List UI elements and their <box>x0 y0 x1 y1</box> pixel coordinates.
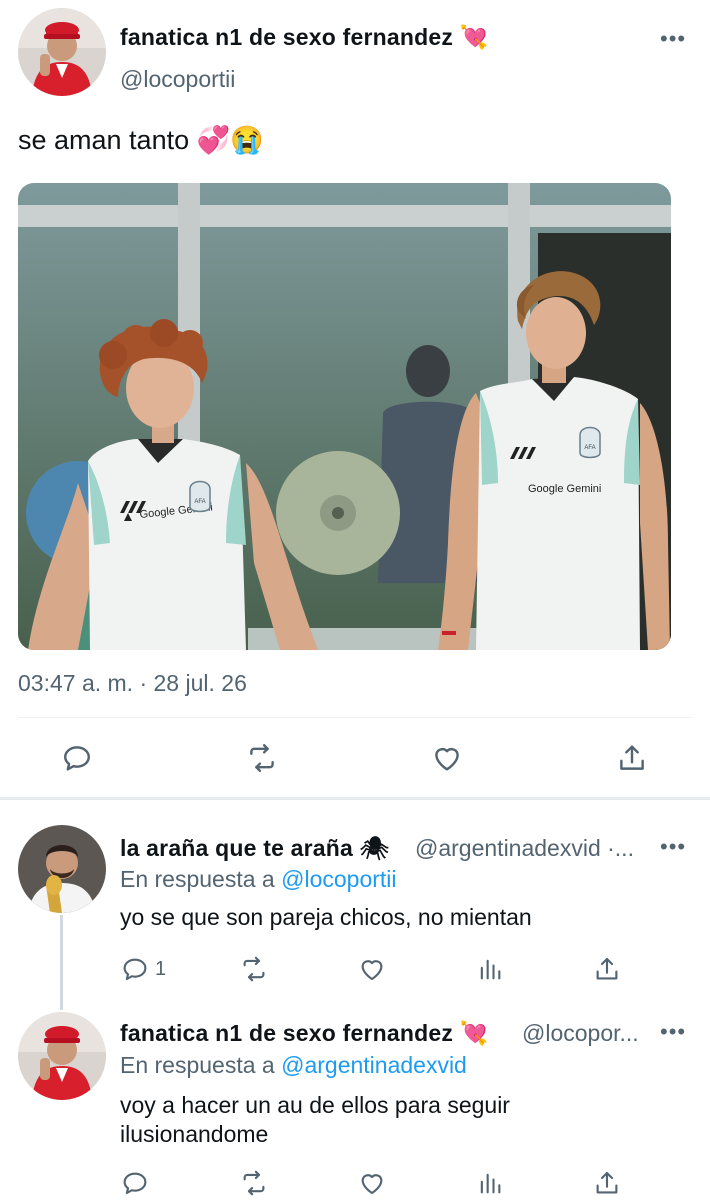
reply-icon[interactable] <box>60 741 94 775</box>
reply-author-handle[interactable]: @argentinadexvid ·... <box>415 835 634 862</box>
reply-text-line2: ilusionandome <box>120 1121 269 1147</box>
replying-to: En respuesta a @locoportii <box>120 866 397 893</box>
section-separator <box>0 797 710 800</box>
reply-author-name[interactable]: la araña que te araña 🕷 <box>120 835 389 862</box>
divider <box>18 717 692 718</box>
replying-to-label: En respuesta a <box>120 866 275 892</box>
like-icon[interactable] <box>430 741 464 775</box>
reply-text-line1: voy a hacer un au de ellos para seguir <box>120 1092 510 1118</box>
replying-to-handle[interactable]: @argentinadexvid <box>281 1052 467 1078</box>
replying-to-label: En respuesta a <box>120 1052 275 1078</box>
reply-text: yo se que son pareja chicos, no mientan <box>120 904 532 930</box>
avatar-photo <box>18 1012 106 1100</box>
retweet-icon[interactable] <box>238 1168 270 1198</box>
like-icon[interactable] <box>357 954 387 984</box>
more-options-icon[interactable]: ••• <box>660 1019 686 1045</box>
more-options-icon[interactable]: ••• <box>660 834 686 860</box>
reply-icon[interactable] <box>120 1168 150 1198</box>
reply-author-handle[interactable]: @locopor... <box>522 1020 639 1047</box>
reply-icon[interactable] <box>120 954 150 984</box>
sponsor-logo-right: Google Gemini <box>528 483 601 495</box>
reply-author-avatar[interactable] <box>18 1012 106 1100</box>
author-name[interactable]: fanatica n1 de sexo fernandez 💘 <box>120 24 488 51</box>
afa-crest-right: AFA <box>584 445 595 451</box>
reply-author-name[interactable]: fanatica n1 de sexo fernandez 💘 <box>120 1020 488 1047</box>
views-icon[interactable] <box>476 954 504 984</box>
more-options-icon[interactable]: ••• <box>660 26 686 52</box>
tweet-image[interactable]: Google Gemini AFA Google Gemini AFA <box>18 183 671 650</box>
avatar-photo <box>18 825 106 913</box>
retweet-icon[interactable] <box>238 954 270 984</box>
reply-author-avatar[interactable] <box>18 825 106 913</box>
views-icon[interactable] <box>476 1168 504 1198</box>
retweet-icon[interactable] <box>244 741 280 775</box>
tweet-timestamp[interactable]: 03:47 a. m. · 28 jul. 26 <box>18 670 247 697</box>
author-avatar[interactable] <box>18 8 106 96</box>
replying-to: En respuesta a @argentinadexvid <box>120 1052 467 1079</box>
reply-count: 1 <box>155 958 167 980</box>
tweet-photo: Google Gemini AFA Google Gemini AFA <box>18 183 671 650</box>
share-icon[interactable] <box>592 1168 622 1198</box>
thread-line <box>60 915 63 1010</box>
replying-to-handle[interactable]: @locoportii <box>281 866 396 892</box>
share-icon[interactable] <box>615 741 649 775</box>
author-handle[interactable]: @locoportii <box>120 66 235 93</box>
afa-crest-left: AFA <box>194 499 205 505</box>
tweet-text: se aman tanto 💞😭 <box>18 125 264 155</box>
share-icon[interactable] <box>592 954 622 984</box>
avatar-photo <box>18 8 106 96</box>
like-icon[interactable] <box>357 1168 387 1198</box>
